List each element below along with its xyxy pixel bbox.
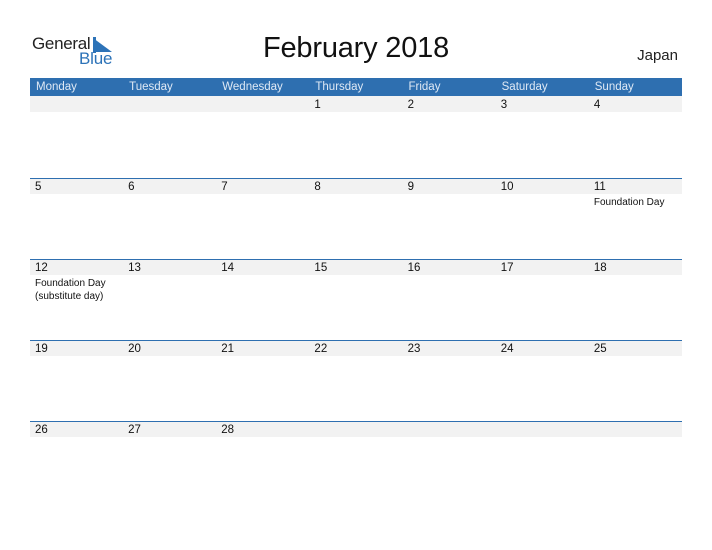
week-row: 26 27 28 bbox=[30, 421, 682, 502]
day-number: 16 bbox=[407, 262, 421, 274]
holiday-label: Foundation Day bbox=[593, 197, 665, 208]
day-number: 11 bbox=[593, 181, 606, 193]
day-cell bbox=[30, 96, 123, 177]
day-cell bbox=[403, 421, 496, 502]
day-cell: 14 bbox=[216, 259, 309, 340]
day-cell: 19 bbox=[30, 340, 123, 421]
day-cell: 11 Foundation Day bbox=[589, 178, 682, 259]
weekday-header: Monday Tuesday Wednesday Thursday Friday… bbox=[30, 78, 682, 96]
day-number bbox=[408, 421, 496, 438]
day-number: 1 bbox=[314, 99, 321, 111]
day-cell: 25 bbox=[589, 340, 682, 421]
day-number: 6 bbox=[128, 181, 135, 193]
week-row: 1 2 3 4 bbox=[30, 96, 682, 177]
day-number bbox=[35, 96, 123, 113]
day-cell bbox=[123, 96, 216, 177]
day-cell: 24 bbox=[496, 340, 589, 421]
day-cell: 28 bbox=[216, 421, 309, 502]
weekday-saturday: Saturday bbox=[501, 81, 548, 93]
day-number: 15 bbox=[314, 262, 328, 274]
day-number bbox=[128, 96, 216, 113]
day-number: 3 bbox=[500, 99, 508, 111]
day-cell: 27 bbox=[123, 421, 216, 502]
day-number: 28 bbox=[221, 424, 235, 436]
day-number: 4 bbox=[593, 99, 601, 111]
day-cell: 3 bbox=[496, 96, 589, 177]
day-number: 9 bbox=[407, 181, 414, 193]
day-cell bbox=[589, 421, 682, 502]
day-cell: 23 bbox=[403, 340, 496, 421]
day-cell: 18 bbox=[589, 259, 682, 340]
day-number: 14 bbox=[221, 262, 235, 274]
day-number bbox=[314, 421, 402, 438]
day-cell: 15 bbox=[309, 259, 402, 340]
day-cell: 7 bbox=[216, 178, 309, 259]
day-number: 23 bbox=[407, 343, 421, 355]
calendar-grid: Monday Tuesday Wednesday Thursday Friday… bbox=[30, 78, 682, 437]
day-cell: 21 bbox=[216, 340, 309, 421]
calendar-title: February 2018 bbox=[262, 32, 449, 64]
day-cell: 6 bbox=[123, 178, 216, 259]
day-number bbox=[221, 96, 309, 113]
weekday-wednesday: Wednesday bbox=[222, 81, 283, 93]
day-cell: 1 bbox=[309, 96, 402, 177]
week-row: 5 6 7 8 9 10 11 Foundation Day bbox=[30, 178, 682, 259]
day-number: 5 bbox=[35, 181, 42, 193]
day-number: 20 bbox=[128, 343, 141, 355]
day-number: 24 bbox=[500, 343, 514, 355]
day-cell bbox=[216, 96, 309, 177]
weekday-tuesday: Tuesday bbox=[129, 81, 173, 93]
day-cell: 12 Foundation Day (substitute day) bbox=[30, 259, 123, 340]
day-number: 27 bbox=[128, 424, 141, 436]
week-row: 12 Foundation Day (substitute day) 13 14 15 1… bbox=[30, 259, 682, 340]
day-cell: 13 bbox=[123, 259, 216, 340]
weekday-thursday: Thursday bbox=[315, 81, 364, 93]
day-number: 12 bbox=[35, 262, 48, 274]
day-number: 2 bbox=[407, 99, 414, 111]
day-number bbox=[594, 421, 682, 438]
day-cell: 20 bbox=[123, 340, 216, 421]
day-cell: 8 bbox=[309, 178, 402, 259]
day-number: 10 bbox=[500, 181, 514, 193]
weekday-friday: Friday bbox=[408, 81, 441, 93]
day-number: 19 bbox=[35, 343, 48, 355]
day-cell: 22 bbox=[309, 340, 402, 421]
day-cell: 16 bbox=[403, 259, 496, 340]
day-cell: 5 bbox=[30, 178, 123, 259]
day-number: 21 bbox=[221, 343, 235, 355]
day-number bbox=[501, 421, 589, 438]
day-number: 18 bbox=[593, 262, 607, 274]
day-cell: 10 bbox=[496, 178, 589, 259]
day-cell: 4 bbox=[589, 96, 682, 177]
day-cell: 26 bbox=[30, 421, 123, 502]
day-number: 13 bbox=[128, 262, 141, 274]
day-number: 25 bbox=[593, 343, 607, 355]
day-cell: 9 bbox=[403, 178, 496, 259]
day-number: 8 bbox=[314, 181, 321, 193]
day-cell bbox=[496, 421, 589, 502]
day-cell: 17 bbox=[496, 259, 589, 340]
country-label: Japan bbox=[637, 47, 678, 64]
day-cell bbox=[309, 421, 402, 502]
weekday-sunday: Sunday bbox=[594, 81, 634, 93]
day-cell: 2 bbox=[403, 96, 496, 177]
weekday-monday: Monday bbox=[36, 81, 77, 93]
day-number: 26 bbox=[35, 424, 48, 436]
day-number: 22 bbox=[314, 343, 328, 355]
holiday-label: Foundation Day (substitute day) bbox=[35, 278, 106, 302]
week-row: 19 20 21 22 23 24 25 bbox=[30, 340, 682, 421]
day-number: 17 bbox=[500, 262, 514, 274]
day-number: 7 bbox=[221, 181, 228, 193]
